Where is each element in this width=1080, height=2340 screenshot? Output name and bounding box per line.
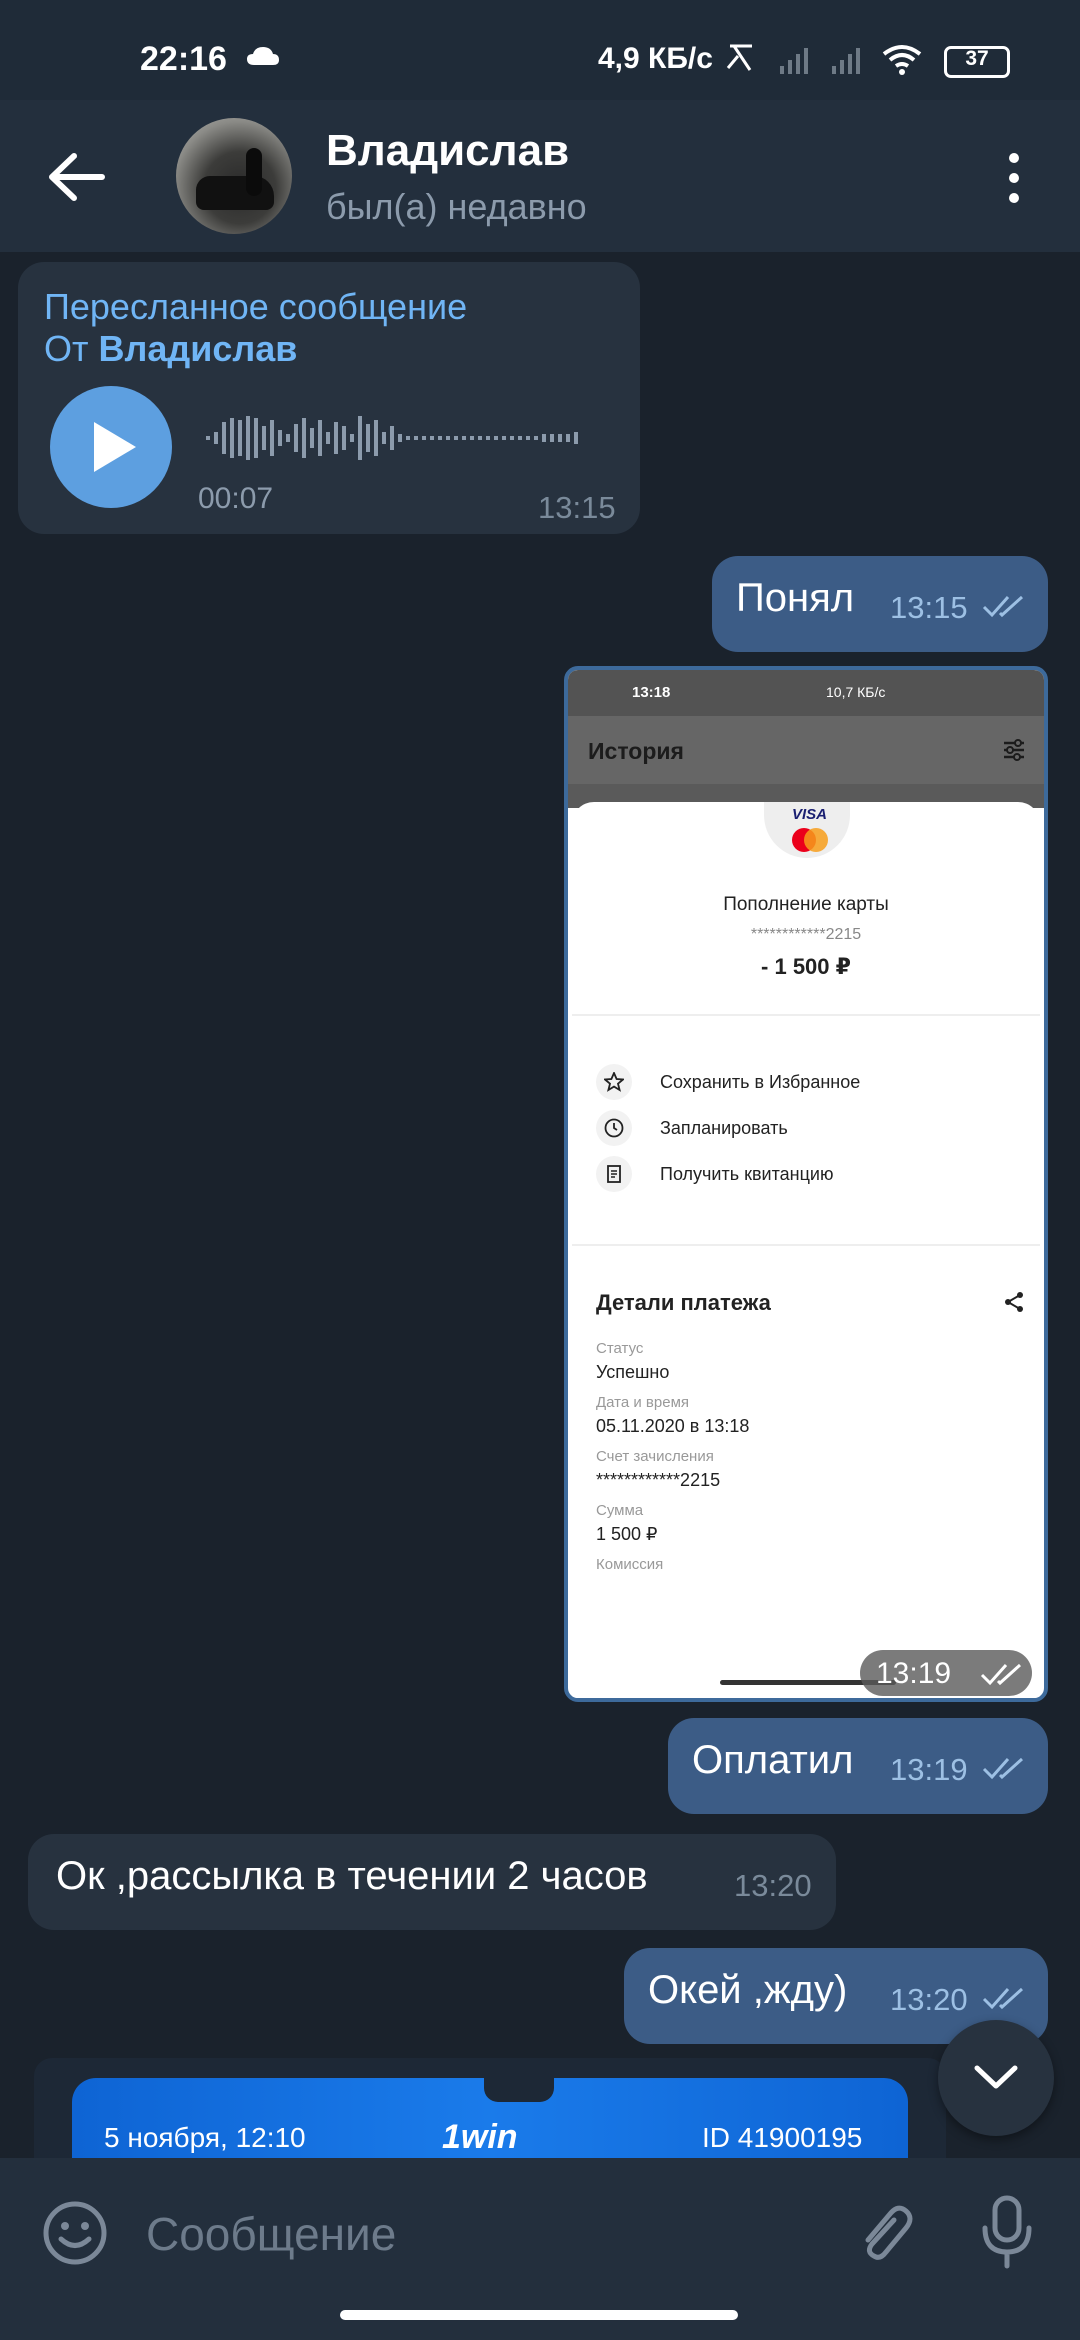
play-button[interactable] [50, 386, 172, 508]
voice-waveform[interactable] [206, 412, 594, 464]
mastercard-circle-orange [804, 828, 828, 852]
detail-value: Успешно [596, 1362, 670, 1382]
screenshot-app-bar: История [568, 716, 1044, 784]
message-input[interactable] [144, 2200, 828, 2268]
detail-label: Дата и время [596, 1394, 690, 1411]
forwarded-title: Пересланное сообщение [44, 286, 468, 327]
detail-label: Сумма [596, 1502, 644, 1519]
avatar[interactable] [176, 118, 292, 234]
share-icon [1005, 1292, 1023, 1312]
message-time: 13:20 [890, 1982, 968, 2017]
microphone-icon[interactable] [980, 2194, 1034, 2270]
forwarded-voice-message[interactable]: Пересланное сообщение От Владислав 00:07… [18, 262, 640, 534]
card-title: Пополнение карты [723, 894, 889, 915]
screenshot-status-bar: 13:18 10,7 КБ/с [568, 670, 1044, 716]
forwarded-from-name: Владислав [98, 328, 298, 369]
detail-value: ************2215 [596, 1470, 721, 1490]
screenshot-sheet: VISA Пополнение карты ************2215 -… [572, 802, 1040, 1698]
detail-label: Счет зачисления [596, 1448, 714, 1465]
double-check-icon [982, 595, 1024, 618]
status-time: 22:16 [140, 40, 227, 78]
action-schedule: Запланировать [660, 1118, 788, 1138]
contact-status: был(а) недавно [326, 186, 587, 227]
battery-level: 37 [965, 47, 989, 70]
screenshot-status-speed: 10,7 КБ/с [826, 684, 886, 700]
message-text: Понял [736, 576, 855, 620]
battery-icon: 37 [944, 46, 1010, 78]
contact-name[interactable]: Владислав [326, 126, 569, 176]
double-check-icon [980, 1663, 1022, 1686]
play-icon [94, 422, 136, 472]
detail-value: 05.11.2020 в 13:18 [596, 1416, 750, 1436]
message-time: 13:19 [876, 1657, 952, 1690]
photo-message[interactable]: 13:18 10,7 КБ/с История VISA Пополнение … [564, 666, 1048, 1702]
visa-logo: VISA [792, 806, 828, 823]
receipt-icon [596, 1156, 632, 1192]
preview-image: 5 ноября, 12:10 1win ID 41900195 [72, 2078, 908, 2158]
detail-label: Статус [596, 1340, 644, 1357]
avatar-car [196, 176, 274, 210]
message-text: Оплатил [692, 1738, 854, 1782]
photo-message-preview[interactable]: 5 ноября, 12:10 1win ID 41900195 [34, 2058, 946, 2158]
screenshot-title: История [588, 738, 684, 764]
outgoing-message[interactable]: Понял 13:15 [712, 556, 1048, 652]
detail-label: Комиссия [596, 1556, 664, 1573]
preview-id: ID 41900195 [702, 2122, 863, 2153]
filter-icon [1004, 739, 1024, 761]
chat-header: Владислав был(а) недавно [0, 100, 1080, 252]
message-time: 13:20 [734, 1868, 812, 1903]
card-logo: VISA [764, 802, 850, 858]
details-title: Детали платежа [596, 1290, 771, 1315]
status-bar: 22:16 4,9 КБ/с 37 [0, 0, 1080, 100]
preview-date: 5 ноября, 12:10 [104, 2122, 306, 2153]
cloud-icon [247, 47, 279, 65]
divider [572, 1244, 1040, 1246]
message-time: 13:15 [890, 590, 968, 625]
detail-value: 1 500 ₽ [596, 1524, 658, 1544]
scroll-down-button[interactable] [938, 2020, 1054, 2136]
screenshot-status-time: 13:18 [632, 684, 671, 701]
forwarded-from-prefix: От [44, 328, 99, 369]
back-arrow-icon[interactable] [48, 152, 106, 202]
preview-logo: 1win [442, 2118, 518, 2156]
avatar-person [246, 148, 262, 196]
card-number: ************2215 [750, 926, 862, 943]
star-icon [596, 1064, 632, 1100]
clock-icon [596, 1110, 632, 1146]
forwarded-from[interactable]: От Владислав [44, 328, 297, 370]
message-time: 13:15 [538, 490, 616, 525]
action-favorite: Сохранить в Избранное [660, 1072, 861, 1092]
outgoing-message[interactable]: Оплатил 13:19 [668, 1718, 1048, 1814]
preview-notch [484, 2078, 554, 2102]
network-speed: 4,9 КБ/с [598, 42, 713, 75]
more-menu-icon[interactable] [1004, 152, 1024, 204]
message-time: 13:19 [890, 1752, 968, 1787]
voice-duration: 00:07 [198, 482, 274, 515]
message-list[interactable]: Пересланное сообщение От Владислав 00:07… [0, 252, 1080, 2158]
photo-time-badge: 13:19 [860, 1650, 1032, 1696]
action-receipt: Получить квитанцию [660, 1164, 834, 1184]
double-check-icon [982, 1987, 1024, 2010]
double-check-icon [982, 1757, 1024, 1780]
gesture-navigation-bar[interactable] [340, 2310, 738, 2320]
divider [572, 1014, 1040, 1016]
incoming-message[interactable]: Ок ,рассылка в течении 2 часов 13:20 [28, 1834, 836, 1930]
message-text: Окей ,жду) [648, 1968, 848, 2012]
emoji-icon[interactable] [42, 2200, 108, 2266]
message-text: Ок ,рассылка в течении 2 часов [56, 1854, 648, 1898]
card-amount: - 1 500 ₽ [761, 954, 851, 979]
chevron-down-icon [974, 2065, 1018, 2089]
paperclip-icon[interactable] [850, 2200, 916, 2266]
